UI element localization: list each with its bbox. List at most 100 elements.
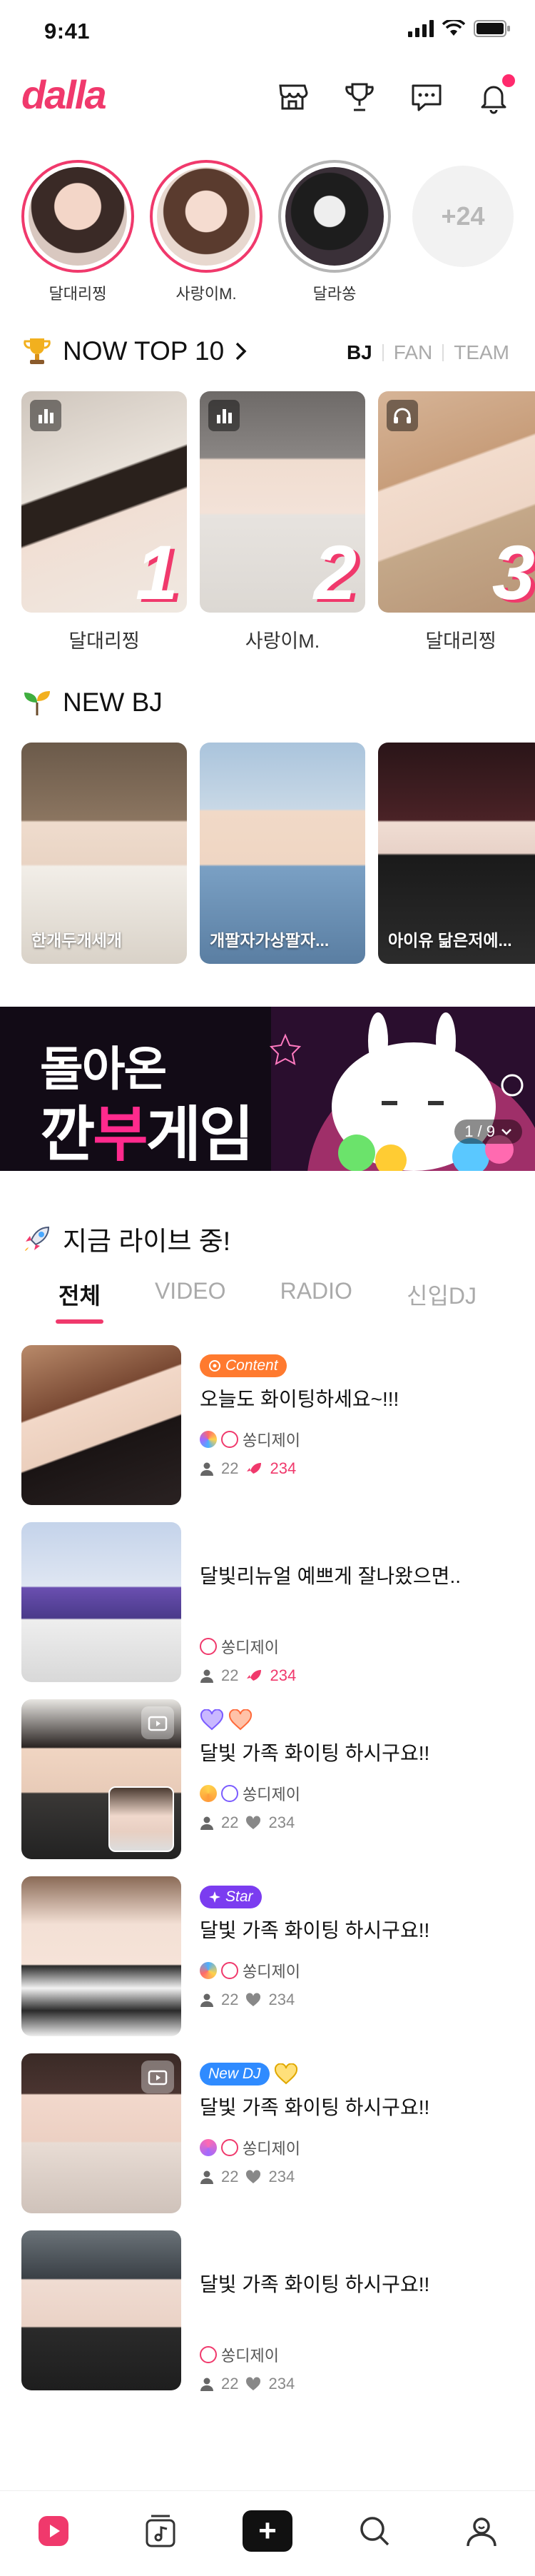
host-row: 쏭디제이 [200,2343,514,2366]
newbj-card[interactable]: 아이유 닮은저에... [378,743,535,964]
star-icon [209,1891,220,1903]
level-badge-icon [200,1785,217,1802]
app-logo[interactable]: dalla [21,71,107,118]
live-stats: 22 234 [200,1813,514,1832]
heart-orange-icon [228,1709,253,1731]
like-count: 234 [270,1666,297,1684]
host-row: 쏭디제이 [200,1959,514,1982]
host-row: 쏭디제이 [200,1782,514,1805]
host-name: 쏭디제이 [243,2140,300,2158]
sprout-icon [24,691,50,715]
top10-card[interactable]: 3 달대리찡 [378,391,535,653]
wifi-icon [442,20,465,36]
user-icon [200,1669,213,1683]
live-item[interactable]: New DJ 달빛 가족 화이팅 하시구요!! 쏭디제이 22 234 [21,2052,514,2229]
fan-badge-icon [221,1962,238,1979]
newbj-name: 개팔자가상팔자... [210,931,330,950]
host-row: 쏭디제이 [200,1428,514,1451]
divider [382,344,384,361]
user-icon [200,1816,213,1830]
bell-icon[interactable] [477,74,515,114]
page-indicator: 1 / 9 [464,1122,495,1140]
like-count: 234 [268,1813,295,1831]
fan-badge-icon [221,1431,238,1448]
nav-search[interactable] [350,2510,399,2552]
story-item[interactable]: 사랑이M. [150,160,263,304]
filter-fan[interactable]: FAN [394,341,432,364]
message-icon[interactable] [409,80,444,114]
user-icon [200,1462,213,1476]
live-thumbnail [21,1522,181,1682]
live-stats: 22 234 [200,1991,514,2009]
emoji-tags [200,1708,514,1732]
user-icon [200,2378,213,2391]
top10-name: 사랑이M. [245,630,320,652]
story-more[interactable]: +24 [407,160,519,304]
more-count: +24 [412,166,514,267]
nav-home[interactable] [29,2510,78,2552]
section-title: NOW TOP 10 [63,336,225,366]
avatar [157,167,255,266]
tab-radio[interactable]: RADIO [280,1278,352,1311]
live-title: 달빛 가족 화이팅 하시구요!! [200,2096,430,2118]
newbj-card[interactable]: 개팔자가상팔자... [200,743,365,964]
live-item[interactable]: Content 오늘도 화이팅하세요~!!! 쏭디제이 22 234 [21,1344,514,1521]
live-item[interactable]: 달빛 가족 화이팅 하시구요!! 쏭디제이 22 234 [21,1698,514,1875]
section-title: NEW BJ [63,688,163,717]
listener-count: 22 [221,1666,239,1684]
live-item[interactable]: 달빛 가족 화이팅 하시구요!! 쏭디제이 22 234 [21,2229,514,2406]
target-icon [209,1360,220,1372]
banner-title-line2: 깐부게임 [40,1101,254,1168]
guest-thumbnail [108,1786,174,1852]
banner-pagination[interactable]: 1 / 9 [454,1120,522,1144]
section-title: 지금 라이브 중! [63,1227,231,1256]
nav-broadcast[interactable]: + [237,2510,292,2556]
newbj-card[interactable]: 한개두개세개 [21,743,187,964]
trophy-icon[interactable] [342,80,377,114]
newbj-name: 한개두개세개 [31,931,122,950]
live-title: 달빛 가족 화이팅 하시구요!! [200,2273,430,2295]
fan-badge-icon [200,1638,217,1655]
host-name: 쏭디제이 [221,1639,279,1656]
music-list-icon [146,2515,175,2547]
story-item[interactable]: 달라쏭 [278,160,391,304]
filter-bj[interactable]: BJ [347,341,372,364]
live-thumbnail [21,2230,181,2390]
fan-badge-icon [221,2139,238,2156]
top10-header[interactable]: NOW TOP 10 [21,336,248,367]
top10-card[interactable]: 1 달대리찡 [21,391,187,653]
rocket-like-icon [247,1670,262,1681]
live-item[interactable]: 달빛리뉴얼 예쁘게 잘나왔으면.. 쏭디제이 22 234 [21,1521,514,1698]
chevron-right-icon [235,342,247,361]
tab-video[interactable]: VIDEO [155,1278,226,1311]
story-name: 달라쏭 [312,285,357,303]
chevron-down-icon [501,1129,511,1135]
like-count: 234 [268,2168,295,2185]
level-badge-icon [200,2139,217,2156]
story-item[interactable]: 달대리찡 [21,160,134,304]
live-title: 달빛리뉴얼 예쁘게 잘나왔으면.. [200,1565,461,1587]
live-title: 달빛 가족 화이팅 하시구요!! [200,1742,430,1764]
filter-team[interactable]: TEAM [454,341,509,364]
plus-icon: + [237,2510,292,2556]
top10-card[interactable]: 2 사랑이M. [200,391,365,653]
header-actions [275,74,515,114]
app-header: dalla [0,69,535,133]
nav-playlist[interactable] [136,2510,185,2552]
store-icon[interactable] [275,80,310,114]
top10-list: 1 달대리찡 2 사랑이M. 3 달대리찡 [21,391,535,653]
nav-profile[interactable] [457,2510,506,2552]
like-count: 234 [268,2375,295,2393]
live-stats: 22 234 [200,1459,514,1478]
host-row: 쏭디제이 [200,2136,514,2159]
listener-count: 22 [221,1459,239,1477]
tab-all[interactable]: 전체 [56,1278,103,1324]
live-item[interactable]: Star 달빛 가족 화이팅 하시구요!! 쏭디제이 22 234 [21,1875,514,2052]
listener-count: 22 [221,1813,239,1831]
divider [442,344,444,361]
newbj-name: 아이유 닮은저에... [388,931,512,950]
live-stories: 달대리찡 사랑이M. 달라쏭 +24 [21,160,519,304]
tab-new-dj[interactable]: 신입DJ [407,1278,477,1311]
event-banner[interactable]: 돌아온 깐부게임 1 / 9 [0,1007,535,1171]
bottom-nav: + [0,2490,535,2576]
